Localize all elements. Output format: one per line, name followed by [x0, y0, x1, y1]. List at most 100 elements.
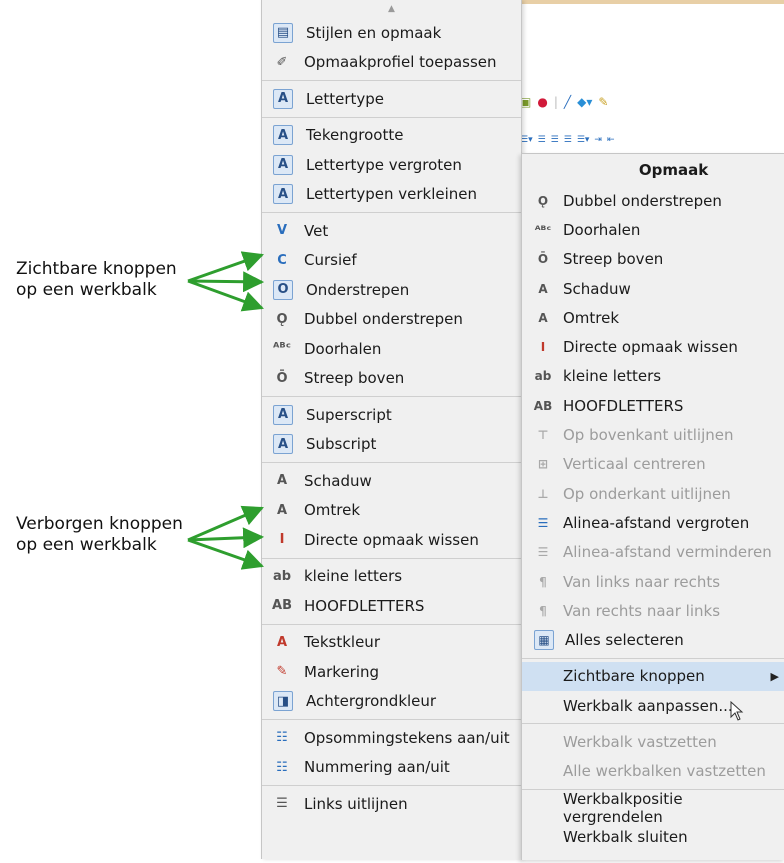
toolbar-row-alignment: ☰▾ ☰ ☰ ☰ ☰▾ ⇥ ⇤: [520, 130, 784, 150]
menu-item-clear-formatting[interactable]: I Directe opmaak wissen: [522, 332, 784, 361]
scroll-up-icon[interactable]: ▲: [262, 0, 521, 18]
menu-item-label: Doorhalen: [304, 339, 382, 358]
annotation-line: op een werkbalk: [16, 280, 157, 300]
strikethrough-icon: ᴬᴮᶜ: [273, 341, 291, 357]
outline-icon: A: [276, 502, 288, 518]
menu-item-ltr[interactable]: ¶ Van links naar rechts: [522, 567, 784, 596]
menu-item-superscript[interactable]: A Superscript: [262, 400, 521, 430]
menu-item-bold[interactable]: V Vet: [262, 216, 521, 246]
menu-item-bullets[interactable]: ☷ Opsommingstekens aan/uit: [262, 723, 521, 753]
overline-icon: Ō: [276, 370, 288, 386]
menu-item-underline[interactable]: O Onderstrepen: [262, 275, 521, 305]
menu-item-label: Schaduw: [563, 279, 631, 298]
separator: [262, 719, 521, 720]
menu-item-overline[interactable]: Ō Streep boven: [522, 245, 784, 274]
menu-item-font-name[interactable]: A Lettertype: [262, 84, 521, 114]
menu-item-outline[interactable]: A Omtrek: [262, 496, 521, 526]
menu-item-shadow[interactable]: A Schaduw: [262, 466, 521, 496]
menu-item-label: Werkbalk vastzetten: [563, 732, 717, 751]
menu-item-label: Superscript: [306, 405, 392, 424]
line-spacing-toolbar-icon[interactable]: ☰▾: [577, 135, 590, 145]
separator: [262, 80, 521, 81]
menu-item-align-bottom[interactable]: ⊥ Op onderkant uitlijnen: [522, 479, 784, 508]
menu-item-bottom_items-1[interactable]: Werkbalk sluiten: [522, 822, 784, 851]
menu-item-align-middle[interactable]: ⊞ Verticaal centreren: [522, 450, 784, 479]
menu-item-label: HOOFDLETTERS: [563, 396, 684, 415]
separator: [522, 657, 784, 659]
menu-item-label: Lettertypen verkleinen: [306, 185, 478, 204]
menu-item-highlight[interactable]: ✎ Markering: [262, 657, 521, 687]
menu-item-label: Subscript: [306, 435, 377, 454]
separator: [522, 723, 784, 725]
menu-item-styles[interactable]: ▤ Stijlen en opmaak: [262, 18, 521, 48]
line-icon[interactable]: ╱: [564, 95, 571, 109]
menu-item-shadow[interactable]: A Schaduw: [522, 274, 784, 303]
menu-item-uppercase[interactable]: AB HOOFDLETTERS: [262, 591, 521, 621]
menu-item-label: Nummering aan/uit: [304, 758, 450, 777]
align-right-toolbar-icon[interactable]: ☰: [551, 135, 559, 145]
menu-item-label: Links uitlijnen: [304, 794, 408, 813]
increase-spacing-icon: ☰: [537, 515, 549, 530]
menu-item-label: Verticaal centreren: [563, 455, 706, 474]
numbering-icon: ☷: [276, 759, 288, 775]
menu-item-lowercase[interactable]: ab kleine letters: [522, 362, 784, 391]
subscript-icon: A: [273, 434, 293, 455]
menu-item-paintbrush[interactable]: ✐ Opmaakprofiel toepassen: [262, 48, 521, 78]
menu-item-font-color[interactable]: A Tekstkleur: [262, 628, 521, 658]
menu-item-overline[interactable]: Ō Streep boven: [262, 364, 521, 394]
align-center-toolbar-icon[interactable]: ☰: [538, 135, 546, 145]
menu-item-align-top[interactable]: ⊤ Op bovenkant uitlijnen: [522, 420, 784, 449]
arrow-to-clear-formatting: [187, 538, 264, 570]
menu-item-shrink-font[interactable]: A Lettertypen verkleinen: [262, 180, 521, 210]
shape-icon[interactable]: ◆▾: [577, 95, 592, 109]
styles-icon: ▤: [273, 22, 293, 43]
menu-item-label: Werkbalk sluiten: [563, 827, 688, 846]
customize-toolbar-menu-item[interactable]: Werkbalk aanpassen...: [522, 691, 784, 721]
menu-item-double-underline[interactable]: Ǫ Dubbel onderstrepen: [262, 305, 521, 335]
menu-item-numbering[interactable]: ☷ Nummering aan/uit: [262, 753, 521, 783]
menu-item-label: HOOFDLETTERS: [304, 596, 425, 615]
menu-item-select-all[interactable]: ▦ Alles selecteren: [522, 625, 784, 654]
menu-item-outline[interactable]: A Omtrek: [522, 303, 784, 332]
visible-buttons-menu-item[interactable]: Zichtbare knoppen ▶: [522, 661, 784, 692]
menu-item-label: Stijlen en opmaak: [306, 23, 442, 42]
align-left-icon: ☰: [276, 796, 288, 812]
draw-icon[interactable]: ✎: [598, 95, 608, 109]
menu-item-clear-formatting[interactable]: I Directe opmaak wissen: [262, 525, 521, 555]
menu-item-font-size[interactable]: A Tekengrootte: [262, 121, 521, 151]
menu-item-rtl[interactable]: ¶ Van rechts naar links: [522, 596, 784, 625]
menu-item-increase-spacing[interactable]: ☰ Alinea-afstand vergroten: [522, 508, 784, 537]
outdent-toolbar-icon[interactable]: ⇤: [607, 135, 615, 145]
font-size-icon: A: [273, 125, 293, 146]
indent-toolbar-icon[interactable]: ⇥: [594, 135, 602, 145]
record-icon[interactable]: ●: [537, 95, 547, 109]
menu-item-label: Onderstrepen: [306, 280, 410, 299]
menu-item-grow-font[interactable]: A Lettertype vergroten: [262, 150, 521, 180]
separator: [262, 462, 521, 463]
menu-item-strikethrough[interactable]: ᴬᴮᶜ Doorhalen: [262, 334, 521, 364]
highlight-icon: ✎: [276, 664, 288, 680]
menu-item-label: Werkbalkpositie vergrendelen: [563, 789, 683, 826]
menu-item-italic[interactable]: C Cursief: [262, 246, 521, 276]
menu-item-dock_items-0[interactable]: Werkbalk vastzetten: [522, 727, 784, 756]
menu-item-label: Schaduw: [304, 471, 372, 490]
menu-item-strikethrough[interactable]: ᴬᴮᶜ Doorhalen: [522, 215, 784, 244]
separator: [262, 557, 521, 559]
menu-item-label: Achtergrondkleur: [306, 692, 437, 711]
menu-item-bottom_items-0[interactable]: Werkbalkpositie vergrendelen: [522, 790, 784, 826]
menu-item-lowercase[interactable]: ab kleine letters: [262, 562, 521, 592]
menu-item-subscript[interactable]: A Subscript: [262, 430, 521, 460]
menu-item-label: Tekstkleur: [304, 633, 380, 652]
menu-item-align-left[interactable]: ☰ Links uitlijnen: [262, 789, 521, 819]
menu-item-decrease-spacing[interactable]: ☰ Alinea-afstand verminderen: [522, 538, 784, 567]
menu-item-label: Alle werkbalken vastzetten: [563, 762, 766, 781]
justify-toolbar-icon[interactable]: ☰: [564, 135, 572, 145]
menu-item-label: Omtrek: [304, 501, 361, 520]
menu-item-double-underline[interactable]: Ǫ Dubbel onderstrepen: [522, 186, 784, 215]
menu-item-dock_items-1[interactable]: Alle werkbalken vastzetten: [522, 757, 784, 786]
menu-item-background-color[interactable]: ◨ Achtergrondkleur: [262, 687, 521, 717]
menu-item-uppercase[interactable]: AB HOOFDLETTERS: [522, 391, 784, 420]
annotation-line: op een werkbalk: [16, 535, 157, 555]
arrow-to-shadow: [187, 505, 264, 542]
context-menu-title: Opmaak: [638, 161, 709, 179]
